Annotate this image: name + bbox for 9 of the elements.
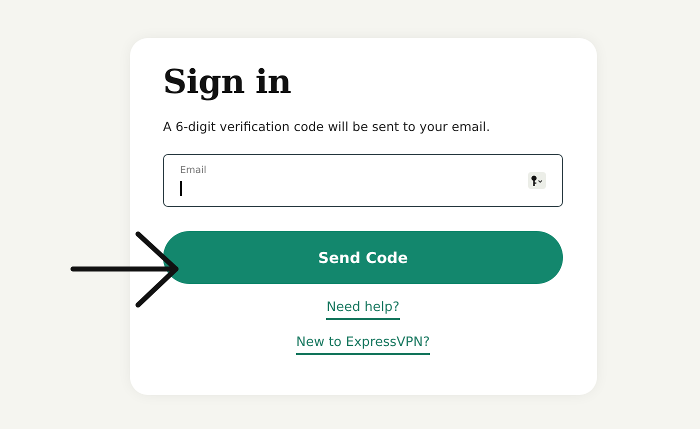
text-cursor: [180, 181, 182, 196]
page-title: Sign in: [163, 61, 291, 103]
key-icon[interactable]: [528, 172, 546, 189]
link[interactable]: Need help?: [326, 299, 400, 320]
instruction-text: A 6-digit verification code will be sent to your email.: [163, 118, 490, 136]
link[interactable]: New to ExpressVPN?: [296, 334, 430, 355]
email-field[interactable]: Email: [163, 154, 563, 207]
send-code-button[interactable]: Send Code: [163, 231, 563, 284]
field-label: Email: [180, 165, 206, 177]
